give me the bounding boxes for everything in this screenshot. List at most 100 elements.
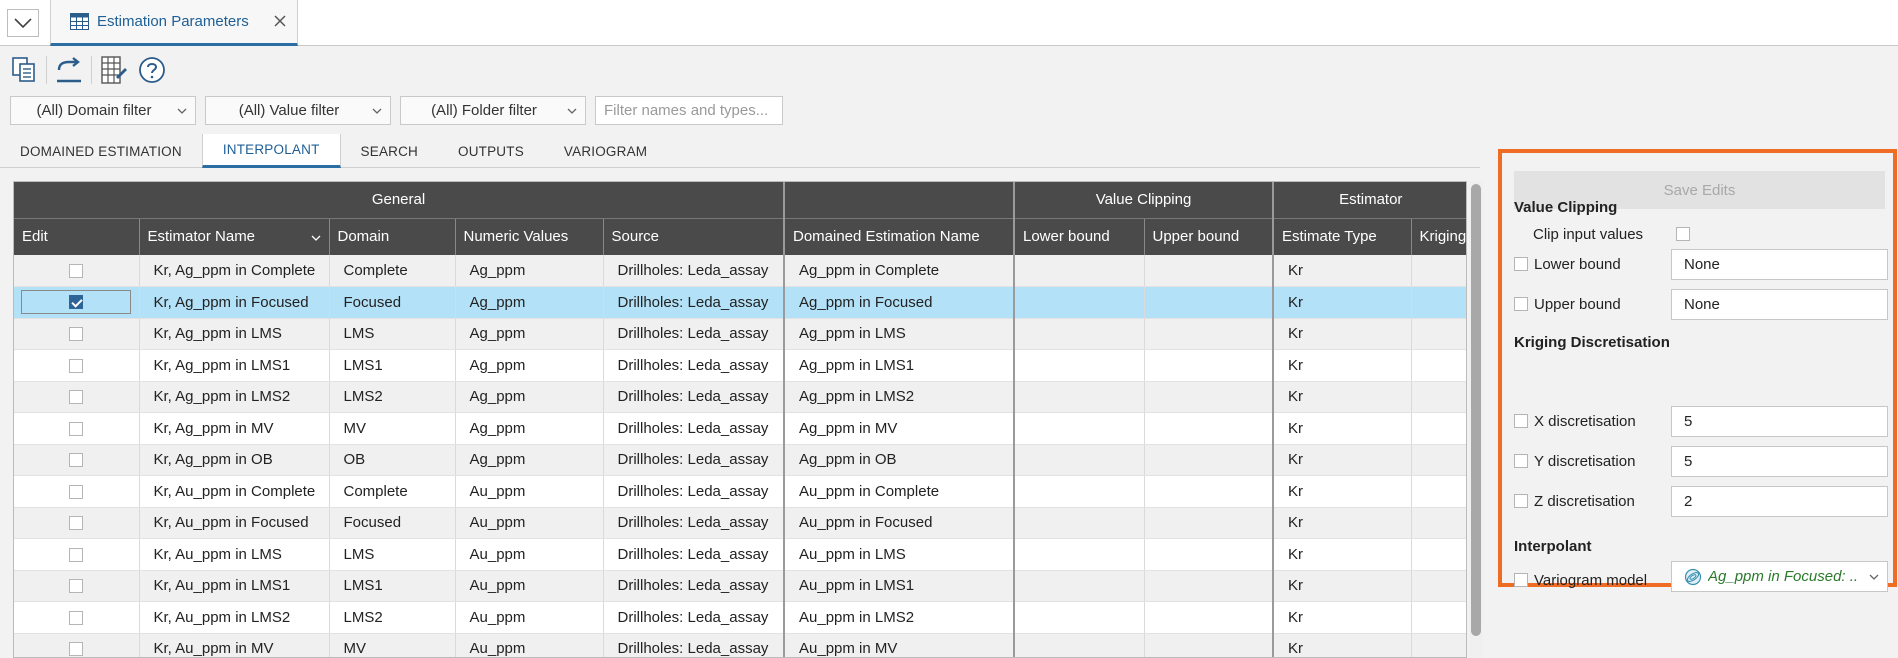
cell-edit[interactable] <box>14 538 140 571</box>
cell-edit[interactable] <box>14 475 140 508</box>
cell-kriging <box>1411 601 1466 634</box>
col-upper-bound[interactable]: Upper bound <box>1144 218 1274 255</box>
col-domain[interactable]: Domain <box>329 218 456 255</box>
value-filter-dropdown[interactable]: (All) Value filter <box>205 96 391 125</box>
table-row[interactable]: Kr, Ag_ppm in LMS LMS Ag_ppm Drillholes: Le… <box>14 318 1466 350</box>
table-row[interactable]: Kr, Ag_ppm in LMS2 LMS2 Ag_ppm Drillholes: … <box>14 381 1466 413</box>
upper-bound-input[interactable]: None <box>1671 289 1888 320</box>
tab-interpolant[interactable]: INTERPOLANT <box>201 134 341 168</box>
row-edit-checkbox[interactable] <box>69 516 84 531</box>
table-row[interactable]: Kr, Ag_ppm in OB OB Ag_ppm Drillholes: Leda… <box>14 444 1466 476</box>
cell-lower-bound <box>1014 633 1145 657</box>
row-edit-checkbox[interactable] <box>69 421 84 436</box>
close-icon[interactable] <box>272 13 288 29</box>
table-row[interactable]: Kr, Ag_ppm in Complete Complete Ag_ppm Dril… <box>14 255 1466 287</box>
export-button[interactable] <box>53 54 85 86</box>
cell-edit[interactable] <box>14 318 140 350</box>
cell-edit[interactable] <box>14 381 140 413</box>
upper-bound-checkbox[interactable] <box>1514 297 1528 311</box>
column-header-row: Edit Estimator Name Domain Numeric Value… <box>14 218 1466 255</box>
row-edit-checkbox[interactable] <box>69 327 84 342</box>
cell-domained-estimation-name: Ag_ppm in OB <box>784 444 1015 476</box>
lower-bound-input[interactable]: None <box>1671 249 1888 280</box>
tab-outputs[interactable]: OUTPUTS <box>438 134 544 168</box>
col-estimate-type[interactable]: Estimate Type <box>1273 218 1412 255</box>
variogram-model-checkbox[interactable] <box>1514 573 1528 587</box>
row-edit-checkbox[interactable] <box>69 390 84 405</box>
filter-names-search-input[interactable] <box>595 96 783 125</box>
col-domained-estimation-name[interactable]: Domained Estimation Name <box>784 218 1015 255</box>
copy-button[interactable] <box>8 54 40 86</box>
edit-cell-focus[interactable] <box>21 290 132 315</box>
table-row[interactable]: Kr, Au_ppm in Focused Focused Au_ppm Drillh… <box>14 507 1466 539</box>
estimators-grid: General Value Clipping Estimator Edit Es… <box>13 181 1467 658</box>
folder-filter-dropdown[interactable]: (All) Folder filter <box>400 96 586 125</box>
col-numeric-values[interactable]: Numeric Values <box>455 218 604 255</box>
cell-edit[interactable] <box>14 286 140 319</box>
scrollbar-thumb[interactable] <box>1471 184 1481 636</box>
cell-domained-estimation-name: Ag_ppm in LMS1 <box>784 349 1015 382</box>
z-discretisation-checkbox[interactable] <box>1514 494 1528 508</box>
grid-vertical-scrollbar[interactable] <box>1469 181 1483 658</box>
tab-variogram[interactable]: VARIOGRAM <box>544 134 667 168</box>
table-row[interactable]: Kr, Au_ppm in LMS2 LMS2 Au_ppm Drillholes: … <box>14 601 1466 634</box>
tab-list-menu-button[interactable] <box>7 9 39 37</box>
table-row[interactable]: Kr, Au_ppm in Complete Complete Au_ppm Dril… <box>14 475 1466 508</box>
tab-search[interactable]: SEARCH <box>341 134 438 168</box>
table-row[interactable]: Kr, Ag_ppm in LMS1 LMS1 Ag_ppm Drillholes: … <box>14 349 1466 382</box>
cell-numeric-values: Ag_ppm <box>455 381 604 413</box>
toolbar-separator <box>46 56 47 84</box>
row-edit-checkbox[interactable] <box>69 610 84 625</box>
row-edit-checkbox[interactable] <box>69 264 84 279</box>
row-edit-checkbox[interactable] <box>69 547 84 562</box>
table-row[interactable]: Kr, Ag_ppm in MV MV Ag_ppm Drillholes: Leda… <box>14 412 1466 445</box>
cell-estimate-type: Kr <box>1273 286 1412 319</box>
cell-estimate-type: Kr <box>1273 475 1412 508</box>
cell-estimator-name: Kr, Au_ppm in MV <box>139 633 330 657</box>
col-source[interactable]: Source <box>603 218 785 255</box>
lower-bound-checkbox[interactable] <box>1514 257 1528 271</box>
cell-source: Drillholes: Leda_assay <box>603 633 785 657</box>
table-row[interactable]: Kr, Au_ppm in LMS LMS Au_ppm Drillholes: Le… <box>14 538 1466 571</box>
row-edit-checkbox[interactable] <box>69 579 84 594</box>
cell-edit[interactable] <box>14 349 140 382</box>
col-edit[interactable]: Edit <box>14 218 140 255</box>
cell-source: Drillholes: Leda_assay <box>603 349 785 382</box>
variogram-model-dropdown[interactable]: Ag_ppm in Focused: ... <box>1671 561 1888 592</box>
col-estimator-name[interactable]: Estimator Name <box>139 218 330 255</box>
cell-edit[interactable] <box>14 570 140 602</box>
cell-edit[interactable] <box>14 444 140 476</box>
copy-icon <box>12 57 35 82</box>
cell-edit[interactable] <box>14 633 140 657</box>
row-edit-checkbox[interactable] <box>69 453 84 468</box>
cell-edit[interactable] <box>14 507 140 539</box>
x-discretisation-checkbox[interactable] <box>1514 414 1528 428</box>
help-button[interactable] <box>136 54 168 86</box>
table-row[interactable]: Kr, Ag_ppm in Focused Focused Ag_ppm Drillh… <box>14 286 1466 319</box>
row-edit-checkbox[interactable] <box>69 358 84 373</box>
variogram-model-label: Variogram model <box>1534 571 1648 589</box>
table-row[interactable]: Kr, Au_ppm in MV MV Au_ppm Drillholes: Leda… <box>14 633 1466 657</box>
cell-estimator-name: Kr, Au_ppm in LMS <box>139 538 330 571</box>
tab-domained-estimation[interactable]: DOMAINED ESTIMATION <box>0 134 202 168</box>
row-edit-checkbox[interactable] <box>69 484 84 499</box>
col-kriging[interactable]: Kriging <box>1411 218 1466 255</box>
row-edit-checkbox[interactable] <box>69 295 84 310</box>
clip-input-values-checkbox[interactable] <box>1676 227 1690 241</box>
z-discretisation-input[interactable]: 2 <box>1671 486 1888 517</box>
row-edit-checkbox[interactable] <box>69 642 84 657</box>
cell-edit[interactable] <box>14 601 140 634</box>
cell-estimate-type: Kr <box>1273 412 1412 445</box>
y-discretisation-input[interactable]: 5 <box>1671 446 1888 477</box>
x-discretisation-input[interactable]: 5 <box>1671 406 1888 437</box>
y-discretisation-checkbox[interactable] <box>1514 454 1528 468</box>
tab-estimation-parameters[interactable]: Estimation Parameters <box>50 0 298 46</box>
col-lower-bound[interactable]: Lower bound <box>1014 218 1145 255</box>
domain-filter-dropdown[interactable]: (All) Domain filter <box>10 96 196 125</box>
group-value-clipping: Value Clipping <box>1014 182 1274 219</box>
table-row[interactable]: Kr, Au_ppm in LMS1 LMS1 Au_ppm Drillholes: … <box>14 570 1466 602</box>
cell-source: Drillholes: Leda_assay <box>603 412 785 445</box>
cell-edit[interactable] <box>14 412 140 445</box>
cell-edit[interactable] <box>14 255 140 287</box>
column-layout-button[interactable] <box>98 54 130 86</box>
